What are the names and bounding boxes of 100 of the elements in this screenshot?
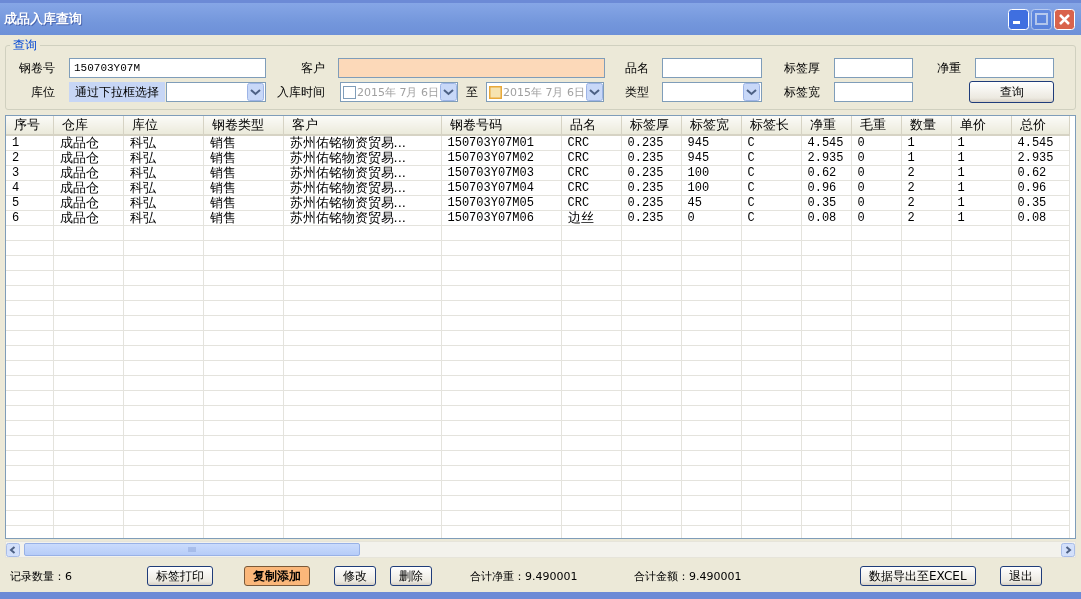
table-cell: 2.935: [801, 150, 851, 166]
table-cell: C: [741, 195, 801, 211]
column-header[interactable]: 总价: [1011, 116, 1069, 135]
dropdown-caret-icon[interactable]: [440, 83, 457, 101]
column-header[interactable]: 标签宽: [681, 116, 741, 135]
table-cell: 成品仓: [53, 195, 123, 211]
table-cell: 150703Y07M01: [441, 135, 561, 151]
table-cell: 6: [6, 210, 53, 226]
table-cell: CRC: [561, 195, 621, 211]
minimize-icon[interactable]: [1008, 8, 1029, 30]
table-cell: 苏州佑铭物资贸易...: [283, 180, 441, 196]
table-cell: CRC: [561, 180, 621, 196]
table-cell: 0.235: [621, 180, 681, 196]
table-cell: 0.235: [621, 135, 681, 151]
column-header[interactable]: 序号: [6, 116, 53, 135]
dropdown-caret-icon[interactable]: [247, 83, 264, 101]
field-label: 客户: [301, 59, 326, 77]
action-button[interactable]: 标签打印: [147, 566, 213, 586]
date-value: 2015年 7月 6日: [503, 84, 585, 100]
action-button[interactable]: 退出: [1000, 566, 1042, 586]
action-button[interactable]: 删除: [390, 566, 432, 586]
table-cell: 销售: [203, 210, 283, 226]
table-cell: 100: [681, 180, 741, 196]
dropdown-caret-icon[interactable]: [586, 83, 603, 101]
table-cell: 5: [6, 195, 53, 211]
column-header[interactable]: 品名: [561, 116, 621, 135]
action-button[interactable]: 数据导出至EXCEL: [860, 566, 976, 586]
field-label: 品名: [625, 59, 650, 77]
table-cell: 成品仓: [53, 150, 123, 166]
close-icon[interactable]: [1054, 8, 1075, 30]
field-label: 净重: [937, 59, 962, 77]
column-header[interactable]: 库位: [123, 116, 203, 135]
hint-label: 通过下拉框选择: [69, 82, 165, 102]
table-cell: 3: [6, 165, 53, 181]
table-cell: 0.235: [621, 165, 681, 181]
field-label: 标签宽: [784, 83, 821, 101]
table-cell: 2: [901, 195, 951, 211]
column-header[interactable]: 仓库: [53, 116, 123, 135]
dropdown-caret-icon[interactable]: [743, 83, 760, 101]
text-field[interactable]: [338, 58, 605, 78]
checkbox[interactable]: [489, 85, 502, 99]
table-cell: 0: [851, 195, 901, 211]
date-value: 2015年 7月 6日: [357, 84, 439, 100]
table-cell: 销售: [203, 195, 283, 211]
table-cell: 0.235: [621, 195, 681, 211]
text-field[interactable]: [834, 82, 913, 102]
column-header[interactable]: 单价: [951, 116, 1011, 135]
text-field[interactable]: [975, 58, 1054, 78]
table-cell: 0.35: [801, 195, 851, 211]
table-cell: 销售: [203, 180, 283, 196]
table-cell: 科弘: [123, 165, 203, 181]
column-header[interactable]: 钢卷类型: [203, 116, 283, 135]
table-cell: 150703Y07M04: [441, 180, 561, 196]
table-cell: 4: [6, 180, 53, 196]
dropdown-field[interactable]: [166, 82, 266, 102]
table-cell: 2.935: [1011, 150, 1069, 166]
table-cell: 150703Y07M06: [441, 210, 561, 226]
text-field[interactable]: 150703Y07M: [69, 58, 266, 78]
table-cell: CRC: [561, 165, 621, 181]
checkbox[interactable]: [343, 85, 356, 99]
field-label: 入库时间: [277, 83, 326, 101]
column-header[interactable]: 标签厚: [621, 116, 681, 135]
column-header[interactable]: 钢卷号码: [441, 116, 561, 135]
table-cell: 2: [901, 165, 951, 181]
column-header[interactable]: 毛重: [851, 116, 901, 135]
column-header[interactable]: 标签长: [741, 116, 801, 135]
table-cell: 0.235: [621, 150, 681, 166]
table-cell: 1: [901, 135, 951, 151]
table-cell: 2: [6, 150, 53, 166]
table-cell: 苏州佑铭物资贸易...: [283, 210, 441, 226]
table-cell: 0: [851, 165, 901, 181]
search-button[interactable]: 查询: [969, 81, 1054, 103]
table-cell: 0: [851, 135, 901, 151]
grip-icon: [188, 546, 196, 553]
column-header[interactable]: 数量: [901, 116, 951, 135]
action-button[interactable]: 修改: [334, 566, 376, 586]
table-cell: 150703Y07M03: [441, 165, 561, 181]
text-field[interactable]: [834, 58, 913, 78]
table-cell: 1: [901, 150, 951, 166]
horizontal-scrollbar[interactable]: [5, 541, 1076, 558]
scrollbar-thumb[interactable]: [24, 543, 360, 556]
table-cell: 销售: [203, 150, 283, 166]
table-cell: C: [741, 180, 801, 196]
table-cell: 1: [951, 180, 1011, 196]
table-cell: 150703Y07M05: [441, 195, 561, 211]
action-button[interactable]: 复制添加: [244, 566, 310, 586]
table-cell: 2: [901, 210, 951, 226]
column-header[interactable]: 客户: [283, 116, 441, 135]
table-cell: C: [741, 135, 801, 151]
field-label: 类型: [625, 83, 650, 101]
table-cell: C: [741, 210, 801, 226]
column-header[interactable]: 净重: [801, 116, 851, 135]
table-cell: C: [741, 165, 801, 181]
text-field[interactable]: [662, 58, 762, 78]
dropdown-field[interactable]: [662, 82, 762, 102]
table-cell: 1: [951, 210, 1011, 226]
table-cell: 0.235: [621, 210, 681, 226]
table-cell: 0.62: [1011, 165, 1069, 181]
table-cell: 0: [851, 180, 901, 196]
range-separator: 至: [466, 83, 478, 101]
